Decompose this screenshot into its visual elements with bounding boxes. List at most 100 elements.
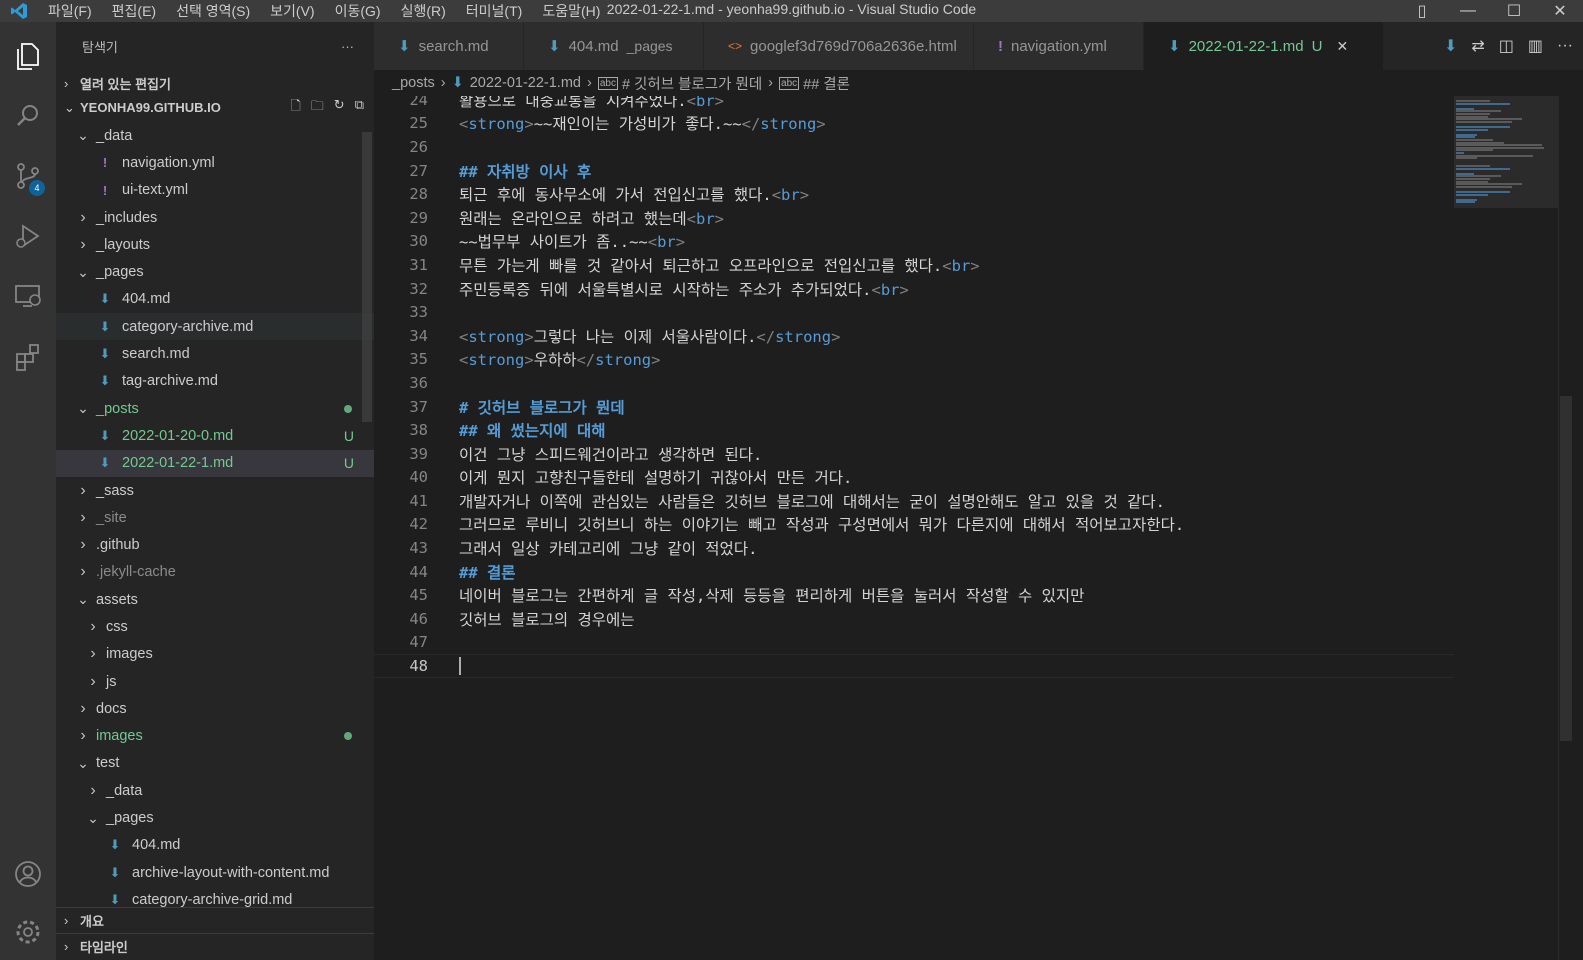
new-file-icon[interactable]: 🗋	[290, 97, 300, 119]
line-content[interactable]: # 깃허브 블로그가 뭔데	[428, 396, 625, 418]
line-content[interactable]: 이건 그냥 스피드웨건이라고 생각하면 된다.	[428, 443, 762, 465]
tab[interactable]: ⬇ search.md	[374, 22, 524, 70]
tree-item[interactable]: › docs	[56, 695, 374, 722]
tab-active[interactable]: ⬇ 2022-01-22-1.md U ✕	[1144, 22, 1384, 70]
tab[interactable]: ! navigation.yml	[974, 22, 1144, 70]
line-content[interactable]: 네이버 블로그는 간편하게 글 작성,삭제 등등을 편리하게 버튼을 눌러서 작…	[428, 584, 1084, 606]
tree-item[interactable]: › _sass	[56, 477, 374, 504]
tree-item[interactable]: ⬇ 404.md	[56, 286, 374, 313]
code-line[interactable]: 33	[374, 300, 1454, 324]
code-line[interactable]: 30 ~~법무부 사이트가 좀..~~<br>	[374, 230, 1454, 254]
minimize-button[interactable]: —	[1445, 0, 1491, 22]
code-line[interactable]: 29 원래는 온라인으로 하려고 했는데<br>	[374, 206, 1454, 230]
outline-section[interactable]: › 개요	[56, 907, 374, 933]
split-editor-icon[interactable]: ▥	[1528, 36, 1543, 56]
menu-item[interactable]: 편집(E)	[102, 2, 166, 20]
maximize-button[interactable]: ☐	[1491, 0, 1537, 22]
project-section[interactable]: ⌄ YEONHA99.GITHUB.IO 🗋 🗀 ↻ ⧉	[56, 96, 374, 120]
open-editors-section[interactable]: › 열려 있는 편집기	[56, 70, 374, 96]
code-line[interactable]: 28 퇴근 후에 동사무소에 가서 전입신고를 했다.<br>	[374, 182, 1454, 206]
tree-item[interactable]: › .github	[56, 531, 374, 558]
line-content[interactable]: <strong>~~재인이는 가성비가 좋다.~~</strong>	[428, 112, 826, 134]
line-content[interactable]: 주민등록증 뒤에 서울특별시로 시작하는 주소가 추가되었다.<br>	[428, 278, 909, 300]
line-content[interactable]: ## 자취방 이사 후	[428, 160, 591, 182]
tree-item[interactable]: ⌄ _pages	[56, 804, 374, 831]
line-content[interactable]: 퇴근 후에 동사무소에 가서 전입신고를 했다.<br>	[428, 183, 809, 205]
preview-to-side-icon[interactable]: ◫	[1499, 36, 1514, 56]
code-line[interactable]: 46 깃허브 블로그의 경우에는	[374, 607, 1454, 631]
refresh-icon[interactable]: ↻	[334, 97, 345, 119]
timeline-section[interactable]: › 타임라인	[56, 933, 374, 959]
menu-item[interactable]: 선택 영역(S)	[166, 2, 260, 20]
tree-item[interactable]: ⌄ _pages	[56, 258, 374, 285]
line-content[interactable]: 무튼 가는게 빠를 것 같아서 퇴근하고 오프라인으로 전입신고를 했다.<br…	[428, 254, 980, 276]
code-line[interactable]: 38 ## 왜 썼는지에 대해	[374, 418, 1454, 442]
more-actions-icon[interactable]: ···	[1557, 37, 1573, 55]
tree-item[interactable]: ⬇ 2022-01-20-0.md U	[56, 422, 374, 449]
tree-item[interactable]: ⬇ category-archive.md	[56, 313, 374, 341]
code-line[interactable]: 26	[374, 135, 1454, 159]
explorer-icon[interactable]	[0, 32, 56, 80]
menu-item[interactable]: 실행(R)	[391, 2, 456, 20]
code-line[interactable]: 44 ## 결론	[374, 560, 1454, 584]
code-line[interactable]: 35 <strong>우하하</strong>	[374, 348, 1454, 372]
line-content[interactable]: <strong>그렇다 나는 이제 서울사람이다.</strong>	[428, 325, 840, 347]
code-line[interactable]: 41 개발자거나 이쪽에 관심있는 사람들은 깃허브 블로그에 대해서는 굳이 설…	[374, 489, 1454, 513]
menu-item[interactable]: 파일(F)	[38, 2, 102, 20]
compare-changes-icon[interactable]: ⇄	[1471, 36, 1484, 56]
layout-toggle-icon[interactable]: ▯	[1399, 0, 1445, 22]
code-line[interactable]: 27 ## 자취방 이사 후	[374, 159, 1454, 183]
breadcrumb-section2[interactable]: ## 결론	[803, 73, 850, 94]
code-line[interactable]: 40 이게 뭔지 고향친구들한테 설명하기 귀찮아서 만든 거다.	[374, 466, 1454, 490]
tree-item[interactable]: › _layouts	[56, 231, 374, 258]
line-content[interactable]: 원래는 온라인으로 하려고 했는데<br>	[428, 207, 724, 229]
code-line[interactable]: 32 주민등록증 뒤에 서울특별시로 시작하는 주소가 추가되었다.<br>	[374, 277, 1454, 301]
code-line[interactable]: 42 그러므로 루비니 깃허브니 하는 이야기는 빼고 작성과 구성면에서 뭐가 …	[374, 513, 1454, 537]
tree-item[interactable]: ! navigation.yml	[56, 149, 374, 176]
source-control-icon[interactable]: 4	[0, 152, 56, 200]
tree-item[interactable]: › js	[56, 668, 374, 695]
tree-item[interactable]: › images	[56, 723, 374, 750]
line-content[interactable]: <strong>우하하</strong>	[428, 348, 660, 370]
tree-item[interactable]: › _includes	[56, 204, 374, 231]
tree-item[interactable]: › _data	[56, 777, 374, 804]
menu-item[interactable]: 보기(V)	[260, 2, 324, 20]
new-folder-icon[interactable]: 🗀	[311, 97, 324, 119]
code-line[interactable]: 34 <strong>그렇다 나는 이제 서울사람이다.</strong>	[374, 324, 1454, 348]
code-line[interactable]: 24 활용으로 대중교통을 시켜주었다.<br>	[374, 96, 1454, 112]
code-editor[interactable]: 24 활용으로 대중교통을 시켜주었다.<br> 25 <strong>~~재인이는 …	[374, 96, 1583, 960]
tree-item[interactable]: ⌄ _data	[56, 122, 374, 149]
line-content[interactable]: 개발자거나 이쪽에 관심있는 사람들은 깃허브 블로그에 대해서는 굳이 설명안…	[428, 490, 1165, 512]
tree-item[interactable]: ⬇ 404.md	[56, 832, 374, 859]
tree-item[interactable]: ⬇ archive-layout-with-content.md	[56, 859, 374, 886]
tree-item[interactable]: › _site	[56, 504, 374, 531]
tree-item[interactable]: ⬇ 2022-01-22-1.md U	[56, 449, 374, 477]
line-content[interactable]: 깃허브 블로그의 경우에는	[428, 608, 635, 630]
code-line[interactable]: 39 이건 그냥 스피드웨건이라고 생각하면 된다.	[374, 442, 1454, 466]
line-content[interactable]	[428, 657, 461, 676]
code-line[interactable]: 47	[374, 631, 1454, 655]
code-line[interactable]: 37 # 깃허브 블로그가 뭔데	[374, 395, 1454, 419]
tree-item[interactable]: ⌄ _posts	[56, 395, 374, 422]
code-line[interactable]: 43 그래서 일상 카테고리에 그냥 같이 적었다.	[374, 536, 1454, 560]
line-content[interactable]: ## 왜 썼는지에 대해	[428, 419, 605, 441]
tree-item[interactable]: ⬇ tag-archive.md	[56, 368, 374, 395]
code-line[interactable]: 45 네이버 블로그는 간편하게 글 작성,삭제 등등을 편리하게 버튼을 눌러서…	[374, 583, 1454, 607]
collapse-all-icon[interactable]: ⧉	[355, 97, 364, 119]
tree-item[interactable]: › images	[56, 641, 374, 668]
close-window-button[interactable]: ✕	[1537, 0, 1583, 22]
close-tab-icon[interactable]: ✕	[1337, 38, 1349, 55]
tree-item[interactable]: ⬇ search.md	[56, 340, 374, 367]
tab[interactable]: ⬇ 404.md _pages	[524, 22, 704, 70]
line-content[interactable]: 그래서 일상 카테고리에 그냥 같이 적었다.	[428, 537, 757, 559]
code-line[interactable]: 25 <strong>~~재인이는 가성비가 좋다.~~</strong>	[374, 112, 1454, 136]
minimap[interactable]	[1454, 96, 1558, 216]
account-icon[interactable]	[0, 850, 56, 898]
menu-item[interactable]: 도움말(H)	[532, 2, 610, 20]
code-line[interactable]: 31 무튼 가는게 빠를 것 같아서 퇴근하고 오프라인으로 전입신고를 했다.<…	[374, 253, 1454, 277]
remote-explorer-icon[interactable]	[0, 272, 56, 320]
breadcrumb-folder[interactable]: _posts	[392, 75, 435, 91]
line-content[interactable]: ~~법무부 사이트가 좀..~~<br>	[428, 230, 685, 252]
tab[interactable]: <> googlef3d769d706a2636e.html	[704, 22, 974, 70]
code-line[interactable]: 48	[374, 654, 1454, 678]
